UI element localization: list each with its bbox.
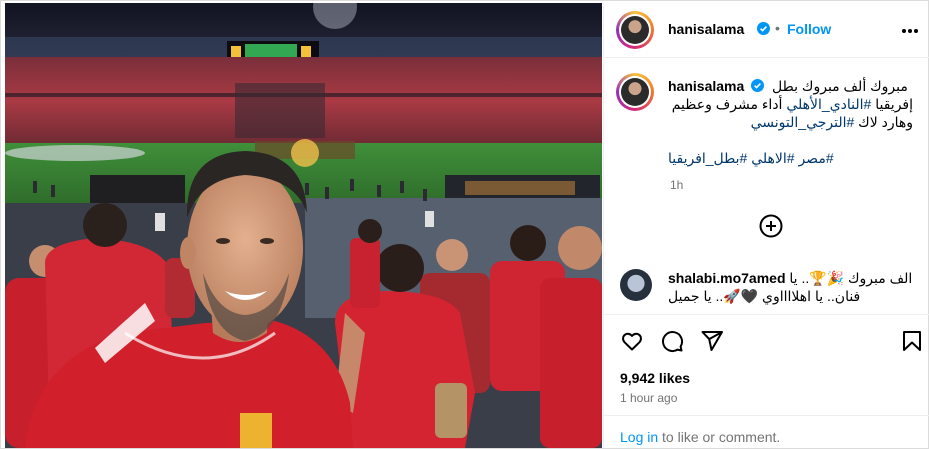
comment-icon[interactable]: [660, 329, 684, 353]
header-username[interactable]: hanisalama: [668, 21, 744, 37]
post-time-ago[interactable]: 1 hour ago: [620, 391, 677, 405]
caption-text-line-3: وهارد لاك: [858, 114, 913, 130]
comment-avatar[interactable]: [620, 269, 652, 301]
like-count[interactable]: 9,942 likes: [620, 370, 690, 386]
comment-text: shalabi.mo7amed الف مبروك 🎉🏆.. يا فنان..…: [668, 269, 913, 305]
avatar[interactable]: [616, 11, 654, 49]
comment-item: shalabi.mo7amed الف مبروك 🎉🏆.. يا فنان..…: [604, 265, 929, 315]
posted-time[interactable]: 1h: [670, 178, 683, 192]
post-side-panel: hanisalama • Follow hanisalama مبروك ألف…: [603, 3, 929, 448]
caption-line-1: hanisalama مبروك ألف مبروك بطل: [668, 77, 913, 95]
caption-line-3: وهارد لاك #الترجي_التونسي: [668, 113, 913, 131]
caption-text-line-2b: أداء مشرف وعظيم: [671, 96, 783, 112]
comment-line-2: فنان.. يا اهلااااوي 🖤🚀.. يا جميل: [668, 288, 861, 304]
stadium-selfie-image: [5, 3, 602, 448]
add-circle-icon[interactable]: [759, 214, 783, 238]
hashtag-esperance[interactable]: #الترجي_التونسي: [751, 114, 855, 130]
action-bar: [604, 314, 929, 364]
verified-badge-icon: [757, 22, 770, 35]
caption-text: hanisalama مبروك ألف مبروك بطل إفريقيا #…: [668, 77, 913, 167]
caption-username[interactable]: hanisalama: [668, 78, 744, 94]
caption-avatar[interactable]: [616, 73, 654, 111]
caption-section: hanisalama مبروك ألف مبروك بطل إفريقيا #…: [604, 59, 929, 259]
comment-username[interactable]: shalabi.mo7amed: [668, 270, 786, 286]
comment-line-1: shalabi.mo7amed الف مبروك 🎉🏆.. يا: [668, 269, 913, 287]
bookmark-icon[interactable]: [900, 329, 924, 353]
post-photo[interactable]: [5, 3, 602, 448]
caption-text-line-1: مبروك ألف مبروك بطل: [772, 78, 908, 94]
instagram-post: hanisalama • Follow hanisalama مبروك ألف…: [0, 0, 929, 449]
login-link[interactable]: Log in: [620, 429, 658, 445]
login-prompt-text: Log in to like or comment.: [620, 429, 780, 445]
caption-hashtags[interactable]: #مصر #الاهلي #بطل_افريقيا: [668, 149, 913, 167]
follow-button[interactable]: Follow: [787, 21, 831, 37]
heart-icon[interactable]: [620, 329, 644, 353]
caption-line-2: إفريقيا #النادي_الأهلي أداء مشرف وعظيم: [668, 95, 913, 113]
comment-text-line-1: الف مبروك 🎉🏆.. يا: [789, 270, 913, 286]
caption-text-line-2a: إفريقيا: [875, 96, 913, 112]
share-icon[interactable]: [700, 329, 724, 353]
login-prompt: Log in to like or comment.: [604, 415, 929, 448]
more-options-icon[interactable]: [900, 21, 920, 39]
hashtag-ahly[interactable]: #النادي_الأهلي: [786, 96, 871, 112]
separator-dot: •: [775, 20, 780, 36]
login-rest-text: to like or comment.: [658, 429, 781, 445]
verified-badge-icon: [751, 79, 765, 92]
post-header: hanisalama • Follow: [604, 3, 929, 58]
